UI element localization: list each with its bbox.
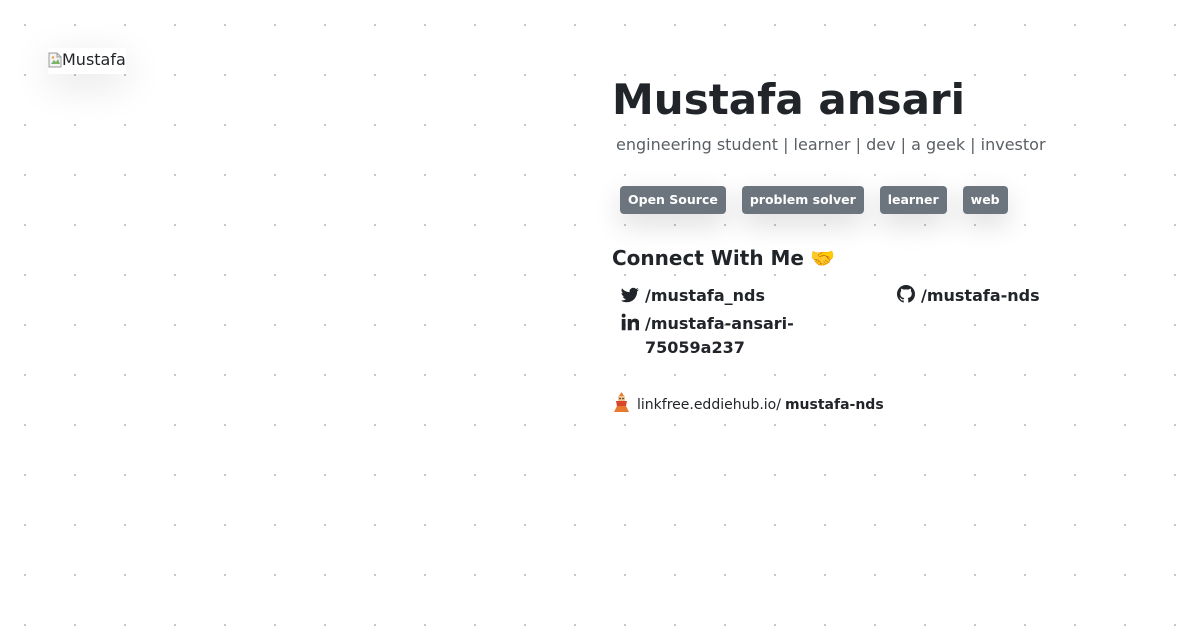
profile-main: Mustafa ansari engineering student | lea… [612,74,1172,419]
profile-tagline: engineering student | learner | dev | a … [616,135,1046,154]
connect-title-text: Connect With Me [612,246,804,270]
linkedin-handle: /mustafa-ansari-75059a237 [645,314,794,357]
linkfree-logo-icon [612,391,631,419]
twitter-icon [621,284,639,311]
avatar-alt-label: Mustafa [62,50,126,69]
broken-image-icon [48,52,62,68]
connect-title: Connect With Me 🤝 [612,245,1172,271]
twitter-link[interactable]: /mustafa_nds [621,284,765,311]
linkfree-domain: linkfree.eddiehub.io/ [637,397,781,413]
linkedin-icon [621,312,640,338]
github-link[interactable]: /mustafa-nds [897,284,1040,310]
profile-name: Mustafa ansari [612,75,966,124]
tag-badge: web [962,186,1008,214]
linkfree-link[interactable]: linkfree.eddiehub.io/ mustafa-nds [612,391,1172,419]
tag-badge: problem solver [741,186,864,214]
social-links: /mustafa_nds /mustafa-nds /mustafa-ansar… [612,284,1172,372]
tag-badge: learner [879,186,947,214]
tag-list: Open Source problem solver learner web [620,186,1172,214]
avatar-alt-text: Mustafa [48,50,126,70]
github-icon [897,284,915,310]
tag-badge: Open Source [620,186,726,214]
linkedin-link[interactable]: /mustafa-ansari-75059a237 [621,312,821,360]
handshake-icon: 🤝 [809,246,835,270]
twitter-handle: /mustafa_nds [645,286,765,305]
linkfree-username: mustafa-nds [784,397,884,413]
github-handle: /mustafa-nds [921,286,1040,305]
avatar: Mustafa [48,48,126,74]
